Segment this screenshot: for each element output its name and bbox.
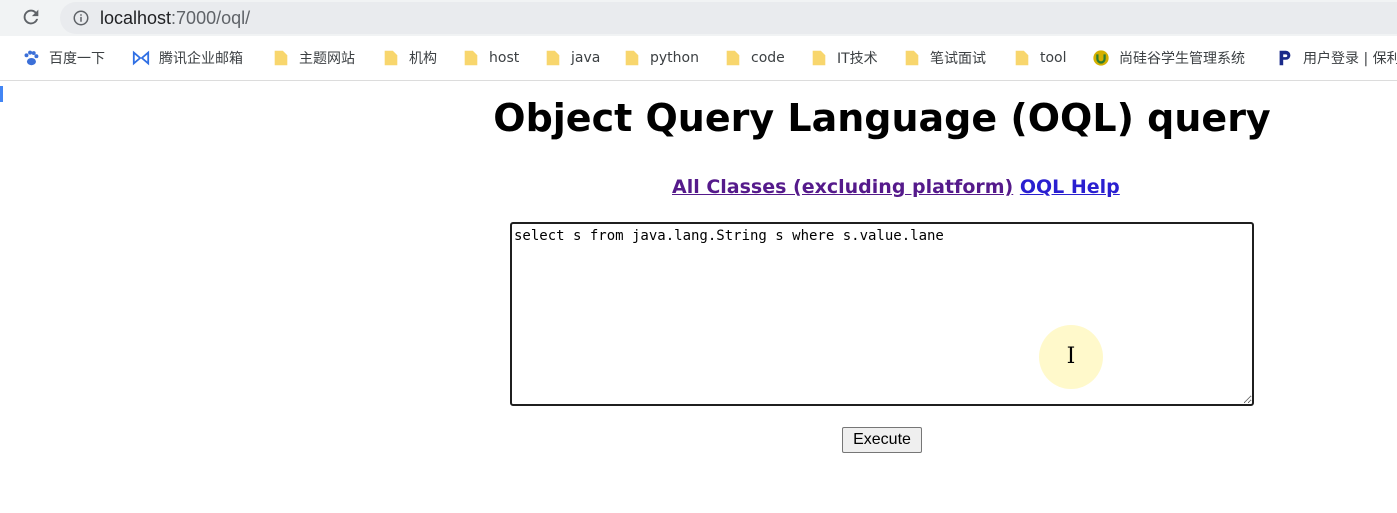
bookmark-folder-java[interactable]: java — [544, 36, 600, 80]
folder-icon — [274, 50, 288, 66]
folder-icon — [905, 50, 919, 66]
folder-icon — [1015, 50, 1029, 66]
bookmark-folder-code[interactable]: code — [724, 36, 785, 80]
bookmark-folder-interview[interactable]: 笔试面试 — [903, 36, 986, 80]
bookmark-label: host — [489, 50, 520, 66]
bookmark-label: tool — [1040, 50, 1067, 66]
folder-icon — [546, 50, 560, 66]
bookmark-label: code — [751, 50, 785, 66]
oql-query-input[interactable] — [510, 222, 1254, 406]
folder-icon — [625, 50, 639, 66]
bookmark-baidu[interactable]: 百度一下 — [22, 36, 105, 80]
bookmark-poly-login[interactable]: 用户登录 | 保利 — [1276, 36, 1397, 80]
bookmark-folder-host[interactable]: host — [462, 36, 519, 80]
tencent-mail-icon — [132, 50, 150, 66]
folder-icon — [384, 50, 398, 66]
url-path: :7000/oql/ — [171, 7, 251, 28]
atguigu-icon — [1093, 50, 1109, 66]
bookmark-label: 用户登录 | 保利 — [1303, 51, 1397, 67]
bookmark-label: 尚硅谷学生管理系统 — [1119, 51, 1245, 67]
bookmark-folder-institution[interactable]: 机构 — [382, 36, 437, 80]
reload-icon[interactable] — [20, 6, 42, 28]
bookmark-label: 腾讯企业邮箱 — [159, 51, 243, 67]
folder-icon — [812, 50, 826, 66]
bookmark-folder-it[interactable]: IT技术 — [810, 36, 878, 80]
bookmark-label: 主题网站 — [299, 51, 355, 67]
bookmark-label: 机构 — [409, 51, 437, 67]
mouse-cursor-highlight: I — [1039, 325, 1103, 389]
bookmark-label: python — [650, 50, 699, 66]
bookmark-label: IT技术 — [837, 51, 878, 67]
folder-icon — [726, 50, 740, 66]
bookmark-label: 笔试面试 — [930, 51, 986, 67]
baidu-paw-icon — [24, 50, 39, 66]
bookmark-atguigu[interactable]: 尚硅谷学生管理系统 — [1092, 36, 1245, 80]
all-classes-link[interactable]: All Classes (excluding platform) — [672, 176, 1013, 198]
p-logo-icon — [1279, 50, 1291, 66]
nav-links: All Classes (excluding platform) OQL Hel… — [672, 176, 1120, 198]
url-text: localhost:7000/oql/ — [100, 8, 250, 29]
bookmark-label: java — [571, 50, 601, 66]
address-bar[interactable]: localhost:7000/oql/ — [60, 2, 1397, 34]
text-cursor-icon: I — [1066, 344, 1076, 369]
bookmark-folder-tool[interactable]: tool — [1013, 36, 1067, 80]
bookmark-folder-python[interactable]: python — [623, 36, 699, 80]
bookmarks-bar: 百度一下 腾讯企业邮箱 主题网站 机构 host java python cod… — [0, 36, 1397, 102]
page-title: Object Query Language (OQL) query — [493, 96, 1271, 140]
url-host: localhost — [100, 7, 172, 28]
oql-help-link[interactable]: OQL Help — [1020, 176, 1120, 198]
info-icon[interactable] — [72, 9, 90, 27]
browser-toolbar: localhost:7000/oql/ — [0, 0, 1397, 36]
folder-icon — [464, 50, 478, 66]
execute-button[interactable]: Execute — [842, 427, 922, 453]
bookmark-folder-themes[interactable]: 主题网站 — [272, 36, 355, 80]
bookmark-label: 百度一下 — [49, 51, 105, 67]
bookmark-tencent-mail[interactable]: 腾讯企业邮箱 — [132, 36, 243, 80]
